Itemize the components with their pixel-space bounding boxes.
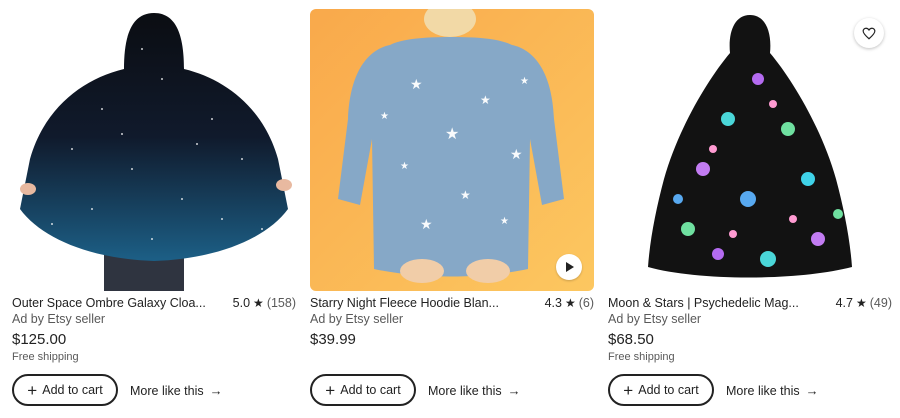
moon-stars-cloak-image <box>608 9 892 291</box>
review-count: (49) <box>869 296 892 310</box>
listing-image[interactable] <box>12 9 296 291</box>
add-to-cart-button[interactable]: + Add to cart <box>310 374 416 406</box>
listing-rating: 4.3 ★ (6) <box>545 296 594 310</box>
svg-text:★: ★ <box>420 216 433 232</box>
star-icon: ★ <box>856 296 867 310</box>
svg-text:★: ★ <box>410 76 423 92</box>
listing-title[interactable]: Moon & Stars | Psychedelic Mag... <box>608 296 828 310</box>
starry-hoodie-image: ★ ★ ★ ★ ★ ★ ★ ★ ★ ★ <box>310 9 594 291</box>
listing-title[interactable]: Starry Night Fleece Hoodie Blan... <box>310 296 537 310</box>
review-count: (158) <box>266 296 296 310</box>
ad-seller-label: Ad by Etsy seller <box>608 312 702 326</box>
arrow-right-icon: → <box>805 383 819 398</box>
review-count: (6) <box>578 296 594 310</box>
listing-image[interactable] <box>608 9 892 291</box>
rating-value: 4.3 <box>544 296 562 310</box>
plus-icon: + <box>27 380 38 400</box>
svg-text:★: ★ <box>480 93 491 107</box>
star-icon: ★ <box>253 296 264 310</box>
shipping-badge: Free shipping <box>12 351 79 363</box>
svg-text:★: ★ <box>380 111 389 122</box>
ad-seller-label: Ad by Etsy seller <box>12 312 106 326</box>
more-like-this-label: More like this <box>726 383 800 398</box>
listing-title[interactable]: Outer Space Ombre Galaxy Cloa... <box>12 296 225 310</box>
listing-image[interactable]: ★ ★ ★ ★ ★ ★ ★ ★ ★ ★ <box>310 9 594 291</box>
more-like-this-link[interactable]: More like this → <box>726 383 819 398</box>
star-icon: ★ <box>564 296 576 310</box>
svg-text:★: ★ <box>460 188 471 202</box>
more-like-this-label: More like this <box>130 383 204 398</box>
listing-rating: 4.7 ★ (49) <box>836 296 892 310</box>
shipping-badge: Free shipping <box>608 351 675 363</box>
add-to-cart-label: Add to cart <box>340 383 401 397</box>
more-like-this-link[interactable]: More like this → <box>130 383 223 398</box>
listing-card[interactable]: Moon & Stars | Psychedelic Mag... 4.7 ★ … <box>608 0 892 418</box>
svg-text:★: ★ <box>400 161 409 172</box>
arrow-right-icon: → <box>507 383 521 398</box>
svg-text:★: ★ <box>520 76 529 87</box>
plus-icon: + <box>623 380 634 400</box>
play-icon <box>566 262 574 272</box>
listing-price: $39.99 <box>310 331 356 348</box>
rating-value: 4.7 <box>835 296 853 310</box>
svg-text:★: ★ <box>445 126 459 143</box>
add-to-cart-label: Add to cart <box>42 383 103 397</box>
svg-text:★: ★ <box>510 146 523 162</box>
add-to-cart-button[interactable]: + Add to cart <box>608 374 714 406</box>
play-video-button[interactable] <box>556 254 582 280</box>
heart-icon <box>862 27 876 40</box>
arrow-right-icon: → <box>209 383 223 398</box>
listing-card[interactable]: Outer Space Ombre Galaxy Cloa... 5.0 ★ (… <box>12 0 296 418</box>
plus-icon: + <box>325 380 336 400</box>
favorite-button[interactable] <box>854 18 884 48</box>
ad-seller-label: Ad by Etsy seller <box>310 312 404 326</box>
rating-value: 5.0 <box>232 296 251 310</box>
galaxy-cloak-image <box>12 9 296 291</box>
listing-price: $68.50 <box>608 331 654 348</box>
listing-card[interactable]: ★ ★ ★ ★ ★ ★ ★ ★ ★ ★ Starry Night Fleece Hoodi… <box>310 0 594 418</box>
listing-rating: 5.0 ★ (158) <box>233 296 296 310</box>
add-to-cart-button[interactable]: + Add to cart <box>12 374 118 406</box>
listing-price: $125.00 <box>12 331 67 348</box>
more-like-this-label: More like this <box>428 383 502 398</box>
more-like-this-link[interactable]: More like this → <box>428 383 521 398</box>
svg-text:★: ★ <box>500 216 509 227</box>
add-to-cart-label: Add to cart <box>638 383 699 397</box>
